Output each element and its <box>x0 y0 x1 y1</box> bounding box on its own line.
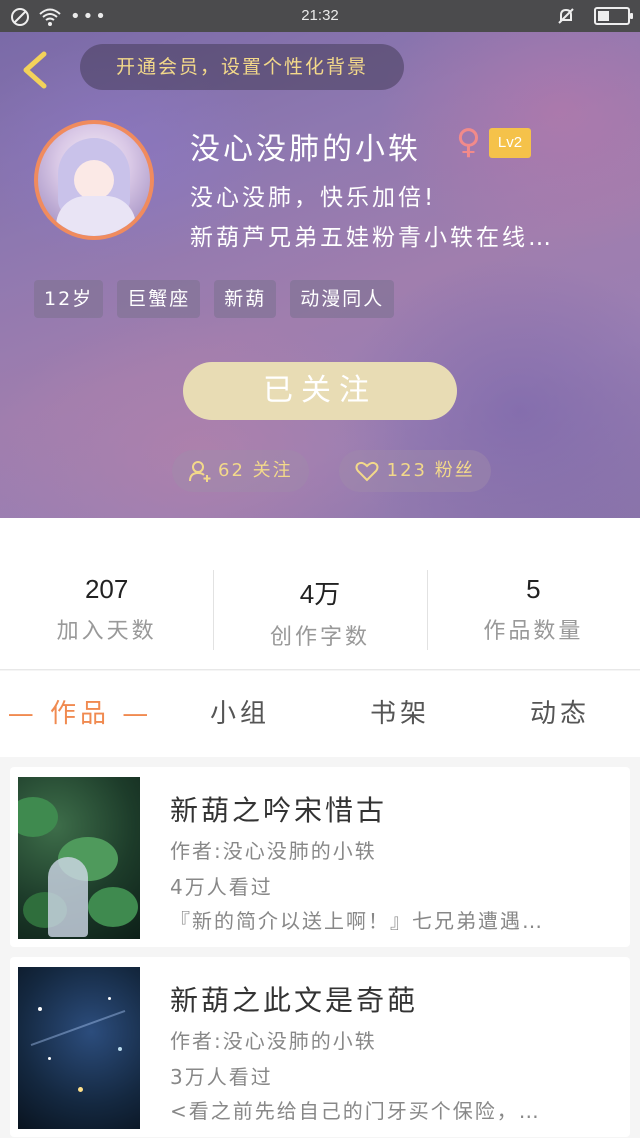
status-bar: ••• 21:32 <box>0 0 640 32</box>
stat-days-value: 207 <box>84 574 129 604</box>
work-author: 作者:没心没肺的小轶 <box>170 839 377 863</box>
nickname: 没心没肺的小轶 <box>190 132 421 167</box>
tag-fandom: 新葫 <box>214 280 277 318</box>
work-views: 3万人看过 <box>170 1065 273 1089</box>
tab-bar: — 作品 — 小组 书架 动态 <box>0 671 640 757</box>
stat-works-value: 5 <box>526 574 541 604</box>
avatar[interactable] <box>34 120 154 240</box>
tab-bookshelf[interactable]: 书架 <box>320 671 480 757</box>
stats-bar: 207 加入天数 4万 创作字数 5 作品数量 <box>0 518 640 670</box>
back-arrow-icon[interactable] <box>18 50 52 90</box>
following-count[interactable]: 62 关注 <box>172 450 309 492</box>
tag-age: 12岁 <box>34 280 104 318</box>
tag-zodiac: 巨蟹座 <box>117 280 201 318</box>
tab-groups[interactable]: 小组 <box>160 671 320 757</box>
profile-header: 开通会员，设置个性化背景 没心没肺的小轶 ♀ Lv2 没心没肺，快乐加倍! 新葫… <box>0 32 640 518</box>
fans-count[interactable]: 123 粉丝 <box>338 450 491 492</box>
vip-background-banner[interactable]: 开通会员，设置个性化背景 <box>80 44 404 90</box>
works-list: 新葫之吟宋惜古 作者:没心没肺的小轶 4万人看过 『新的简介以送上啊！』七兄弟遭… <box>10 767 630 1138</box>
tab-works[interactable]: — 作品 — <box>0 671 160 757</box>
list-item[interactable]: 新葫之此文是奇葩 作者:没心没肺的小轶 3万人看过 <看之前先给自己的门牙买个保… <box>10 957 630 1137</box>
mute-bell-icon <box>558 8 574 24</box>
work-description: <看之前先给自己的门牙买个保险，… <box>170 1099 541 1123</box>
book-cover[interactable] <box>18 777 140 939</box>
book-cover[interactable] <box>18 967 140 1129</box>
stat-days: 207 加入天数 <box>0 518 213 669</box>
tab-activity[interactable]: 动态 <box>480 671 640 757</box>
stat-words: 4万 创作字数 <box>213 518 426 669</box>
follow-button[interactable]: 已关注 <box>183 362 457 420</box>
work-views: 4万人看过 <box>170 875 273 899</box>
work-title[interactable]: 新葫之吟宋惜古 <box>170 789 387 829</box>
clock: 21:32 <box>301 7 339 24</box>
work-description: 『新的简介以送上啊！』七兄弟遭遇… <box>170 909 544 933</box>
stat-days-label: 加入天数 <box>56 619 157 644</box>
female-gender-icon: ♀ <box>456 122 481 162</box>
bio-line-1: 没心没肺，快乐加倍! <box>190 185 437 211</box>
stat-words-label: 创作字数 <box>269 625 370 650</box>
tag-list: 12岁 巨蟹座 新葫 动漫同人 <box>34 280 395 318</box>
list-item[interactable]: 新葫之吟宋惜古 作者:没心没肺的小轶 4万人看过 『新的简介以送上啊！』七兄弟遭… <box>10 767 630 947</box>
stat-works-label: 作品数量 <box>483 619 584 644</box>
user-plus-icon <box>189 461 211 482</box>
fans-label: 123 粉丝 <box>386 460 475 481</box>
social-counts: 62 关注 123 粉丝 <box>172 450 491 492</box>
heart-plus-icon <box>355 461 379 482</box>
battery-icon <box>594 7 633 25</box>
level-badge: Lv2 <box>489 128 531 158</box>
stat-works: 5 作品数量 <box>426 518 640 669</box>
following-label: 62 关注 <box>218 460 293 481</box>
stat-words-value: 4万 <box>299 579 341 609</box>
tag-category: 动漫同人 <box>290 280 395 318</box>
work-author: 作者:没心没肺的小轶 <box>170 1029 377 1053</box>
work-title[interactable]: 新葫之此文是奇葩 <box>170 979 418 1019</box>
bio-line-2[interactable]: 新葫芦兄弟五娃粉青小轶在线… <box>190 218 610 252</box>
